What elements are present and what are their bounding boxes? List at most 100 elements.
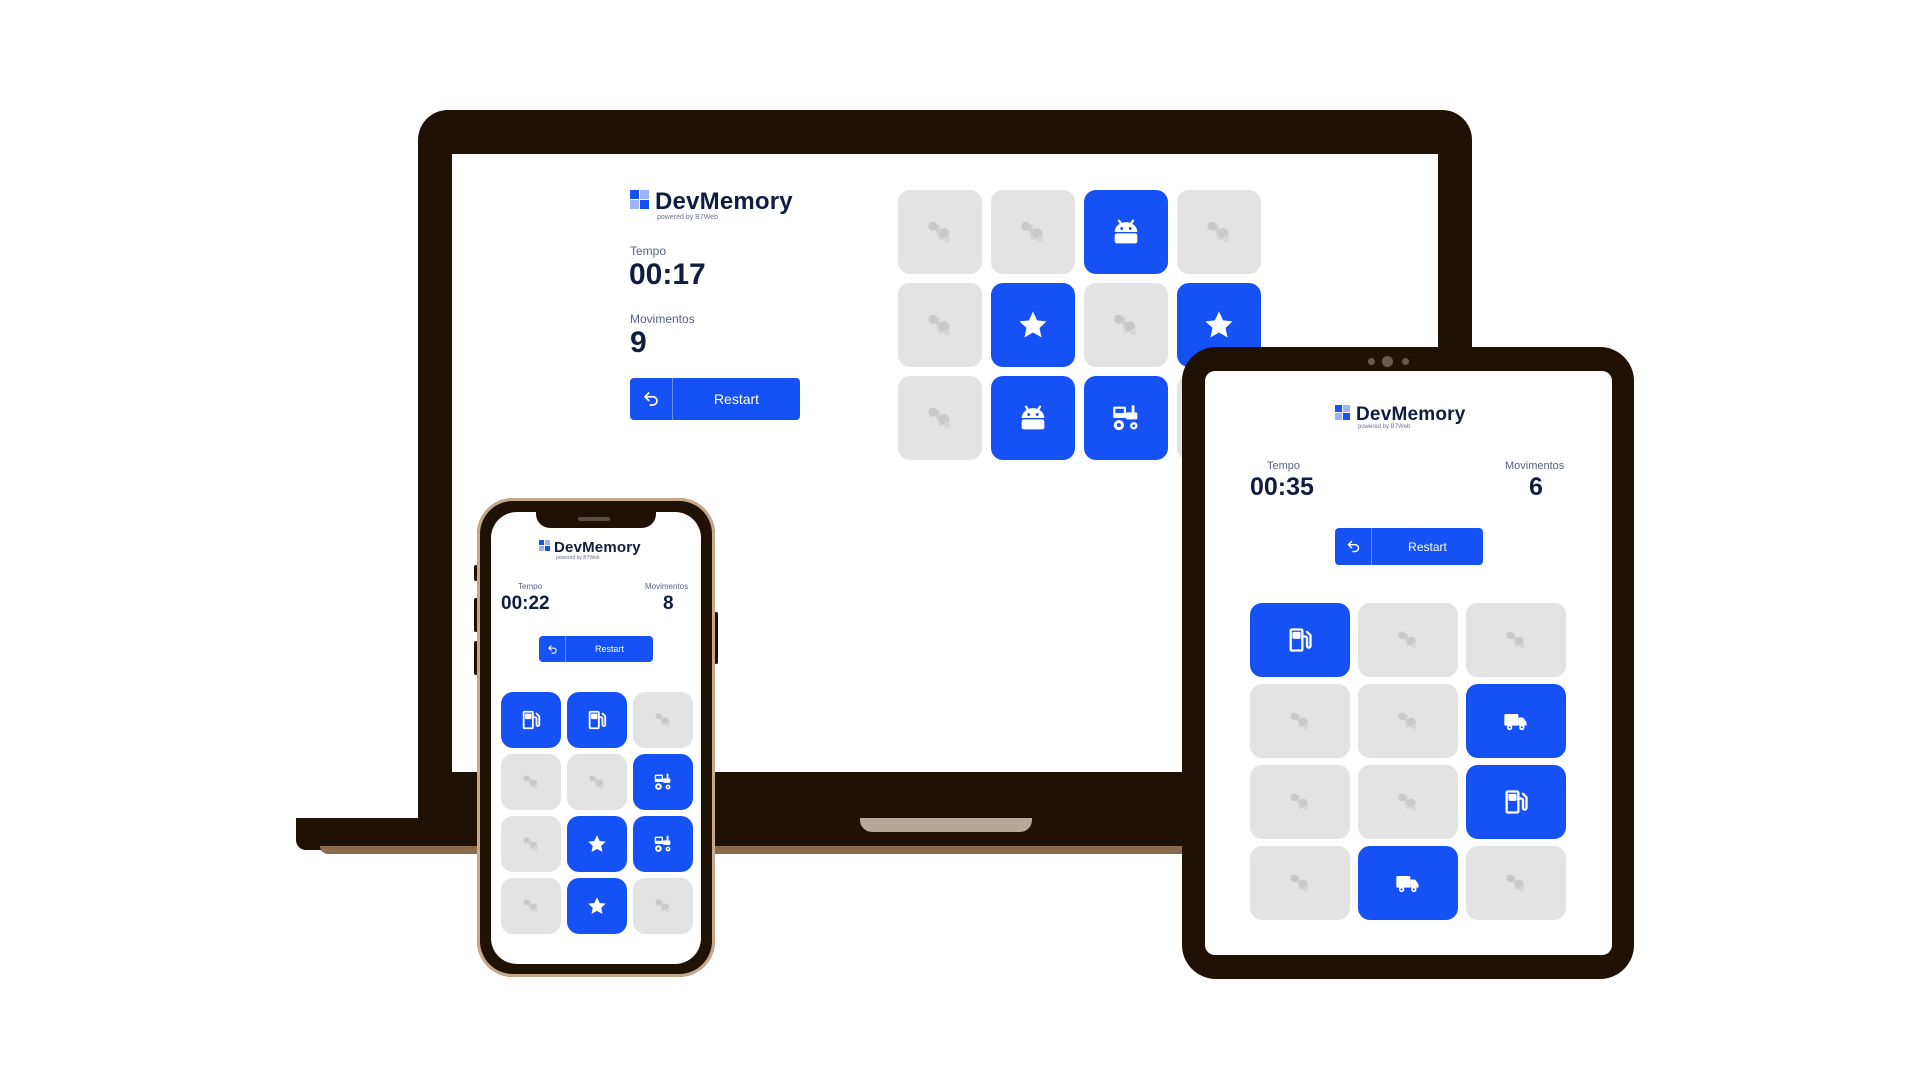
app-title: DevMemory xyxy=(554,539,641,556)
memory-card-hidden[interactable] xyxy=(501,754,561,810)
card-back-icon xyxy=(520,771,542,793)
time-label: Tempo xyxy=(630,244,667,258)
tractor-icon xyxy=(652,771,674,793)
fuel-icon xyxy=(1502,788,1530,816)
fuel-icon xyxy=(1286,626,1314,654)
app-title: DevMemory xyxy=(655,188,793,215)
memory-card-tractor[interactable] xyxy=(1084,376,1168,460)
restart-button[interactable]: Restart xyxy=(1335,528,1483,565)
memory-card-fuel[interactable] xyxy=(567,692,627,748)
memory-card-truck[interactable] xyxy=(1358,846,1458,920)
time-label: Tempo xyxy=(1267,460,1301,472)
tractor-icon xyxy=(1109,401,1143,435)
phone-screen: DevMemory powered by B7Web Tempo 00:22 M… xyxy=(491,512,701,964)
moves-label: Movimentos xyxy=(630,312,695,326)
truck-icon xyxy=(1502,707,1530,735)
memory-card-hidden[interactable] xyxy=(1358,684,1458,758)
star-icon xyxy=(1016,308,1050,342)
memory-card-hidden[interactable] xyxy=(1466,846,1566,920)
restart-button[interactable]: Restart xyxy=(539,636,653,662)
restart-button[interactable]: Restart xyxy=(630,378,800,420)
moves-value: 8 xyxy=(663,593,674,614)
laptop-trackpad-notch xyxy=(860,818,1032,832)
card-back-icon xyxy=(652,709,674,731)
memory-card-hidden[interactable] xyxy=(1250,846,1350,920)
tractor-icon xyxy=(652,833,674,855)
star-icon xyxy=(586,895,608,917)
fuel-icon xyxy=(520,709,542,731)
card-back-icon xyxy=(1016,215,1050,249)
memory-card-hidden[interactable] xyxy=(633,878,693,934)
logo-mark-icon xyxy=(630,190,649,209)
memory-card-hidden[interactable] xyxy=(1358,603,1458,677)
tablet-screen: DevMemory powered by B7Web Tempo 00:35 M… xyxy=(1205,371,1612,955)
memory-card-hidden[interactable] xyxy=(898,283,982,367)
memory-card-hidden[interactable] xyxy=(1250,684,1350,758)
card-back-icon xyxy=(1286,869,1314,897)
memory-card-hidden[interactable] xyxy=(1084,283,1168,367)
memory-card-tractor[interactable] xyxy=(633,816,693,872)
card-back-icon xyxy=(520,895,542,917)
memory-card-hidden[interactable] xyxy=(1358,765,1458,839)
memory-card-hidden[interactable] xyxy=(501,816,561,872)
app-logo: DevMemory powered by B7Web xyxy=(630,190,793,222)
time-value: 00:22 xyxy=(501,593,550,614)
card-back-icon xyxy=(1394,626,1422,654)
memory-card-hidden[interactable] xyxy=(501,878,561,934)
moves-label: Movimentos xyxy=(645,582,689,591)
memory-card-hidden[interactable] xyxy=(1250,765,1350,839)
memory-card-hidden[interactable] xyxy=(898,376,982,460)
card-back-icon xyxy=(520,833,542,855)
app-logo: DevMemory powered by B7Web xyxy=(1335,405,1466,431)
memory-card-hidden[interactable] xyxy=(898,190,982,274)
card-grid xyxy=(1250,603,1566,920)
card-back-icon xyxy=(1502,626,1530,654)
memory-card-hidden[interactable] xyxy=(1466,603,1566,677)
moves-value: 9 xyxy=(630,326,647,359)
memory-card-star[interactable] xyxy=(567,816,627,872)
card-back-icon xyxy=(1394,788,1422,816)
restart-icon xyxy=(539,636,566,662)
memory-card-fuel[interactable] xyxy=(1250,603,1350,677)
phone-speaker xyxy=(578,517,610,521)
app-logo: DevMemory powered by B7Web xyxy=(539,540,641,561)
card-back-icon xyxy=(1109,308,1143,342)
star-icon xyxy=(586,833,608,855)
memory-card-star[interactable] xyxy=(991,283,1075,367)
restart-icon xyxy=(1335,528,1372,565)
card-back-icon xyxy=(1202,215,1236,249)
memory-card-tractor[interactable] xyxy=(633,754,693,810)
memory-card-hidden[interactable] xyxy=(991,190,1075,274)
logo-mark-icon xyxy=(1335,405,1350,420)
fuel-icon xyxy=(586,709,608,731)
card-back-icon xyxy=(1502,869,1530,897)
card-back-icon xyxy=(923,401,957,435)
memory-card-truck[interactable] xyxy=(1466,684,1566,758)
memory-card-android[interactable] xyxy=(1084,190,1168,274)
memory-card-hidden[interactable] xyxy=(567,754,627,810)
memory-card-fuel[interactable] xyxy=(501,692,561,748)
card-back-icon xyxy=(1286,707,1314,735)
app-tagline: powered by B7Web xyxy=(657,214,718,221)
card-back-icon xyxy=(1286,788,1314,816)
memory-card-android[interactable] xyxy=(991,376,1075,460)
memory-card-hidden[interactable] xyxy=(1177,190,1261,274)
truck-icon xyxy=(1394,869,1422,897)
moves-label: Movimentos xyxy=(1505,460,1565,472)
card-back-icon xyxy=(586,771,608,793)
android-icon xyxy=(1016,401,1050,435)
restart-label: Restart xyxy=(713,391,760,407)
restart-label: Restart xyxy=(1408,539,1447,554)
moves-value: 6 xyxy=(1529,473,1543,501)
app-tagline: powered by B7Web xyxy=(1358,424,1411,430)
memory-card-fuel[interactable] xyxy=(1466,765,1566,839)
app-tagline: powered by B7Web xyxy=(556,555,600,561)
memory-card-hidden[interactable] xyxy=(633,692,693,748)
card-back-icon xyxy=(923,215,957,249)
star-icon xyxy=(1202,308,1236,342)
logo-mark-icon xyxy=(539,540,550,551)
memory-card-star[interactable] xyxy=(567,878,627,934)
restart-label: Restart xyxy=(594,644,624,654)
time-value: 00:35 xyxy=(1250,473,1314,501)
tablet-sensor xyxy=(1368,358,1375,365)
